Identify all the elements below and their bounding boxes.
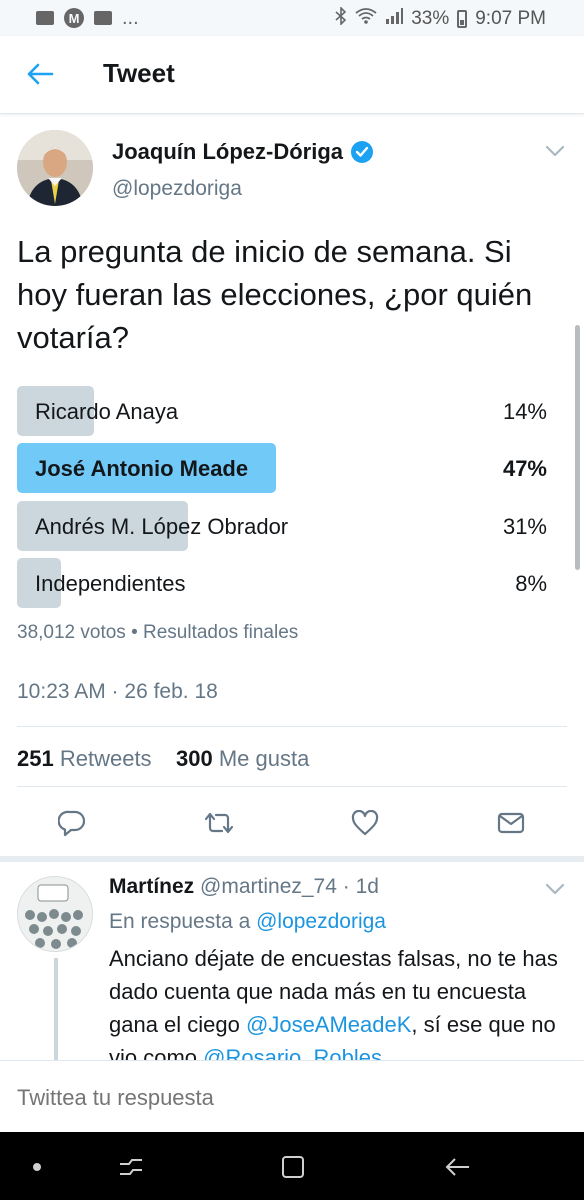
reply-menu-button[interactable] [544, 882, 566, 896]
heart-icon [351, 810, 379, 836]
poll-option: Andrés M. López Obrador 31% [17, 501, 547, 551]
home-square-icon [282, 1156, 304, 1178]
recents-button[interactable] [116, 1152, 146, 1182]
bluetooth-icon [335, 6, 347, 31]
tweet-text: La pregunta de inicio de semana. Si hoy … [17, 234, 533, 355]
poll-option: Ricardo Anaya 14% [17, 386, 547, 436]
mail-icon [36, 11, 54, 25]
retweets-count: 251 [17, 746, 54, 771]
reply-icon [58, 810, 86, 837]
share-dm-button[interactable] [494, 806, 528, 840]
battery-icon [457, 10, 468, 28]
divider [17, 786, 567, 787]
poll-meta: 38,012 votos • Resultados finales [17, 622, 299, 643]
likes-stat[interactable]: 300 Me gusta [176, 746, 309, 771]
status-bar: M ... 33% 9:07 PM [0, 0, 584, 36]
retweet-button[interactable] [202, 806, 236, 840]
like-button[interactable] [348, 806, 382, 840]
tweet-menu-button[interactable] [544, 144, 566, 158]
tweet-stats: 251 Retweets 300 Me gusta [17, 746, 309, 772]
verified-badge-icon [351, 141, 373, 163]
divider [17, 726, 567, 727]
mention-link[interactable]: @JoseAMeadeK [246, 1012, 411, 1037]
reply-to-prefix: En respuesta a [109, 910, 257, 933]
retweet-icon [204, 812, 234, 834]
author-name[interactable]: Joaquín López-Dóriga [112, 139, 373, 165]
tweet-timestamp: 10:23 AM · 26 feb. 18 [17, 680, 218, 703]
author-handle[interactable]: @lopezdoriga [112, 177, 242, 201]
chevron-down-icon [545, 883, 565, 895]
poll-option-percent: 31% [502, 514, 547, 539]
more-notifications: ... [122, 7, 139, 29]
poll-option-percent: 14% [502, 399, 547, 424]
reply-avatar[interactable] [17, 876, 93, 952]
poll-option: José Antonio Meade 47% [17, 443, 547, 493]
recents-icon [120, 1159, 142, 1175]
back-arrow-icon [445, 1158, 469, 1176]
reply-button[interactable] [55, 806, 89, 840]
thread-line [54, 958, 58, 1068]
assistant-dot-button[interactable] [22, 1152, 52, 1182]
system-nav-bar [0, 1132, 584, 1200]
signal-icon [385, 8, 404, 30]
wifi-icon [355, 8, 377, 30]
chat-icon [94, 11, 112, 25]
reply-input[interactable] [17, 1085, 557, 1111]
back-button[interactable] [18, 56, 62, 92]
reply-header[interactable]: Martínez @martinez_74 · 1d [109, 875, 379, 899]
retweets-label: Retweets [59, 746, 152, 771]
reply-handle-time: @martinez_74 · 1d [200, 875, 379, 898]
retweets-stat[interactable]: 251 Retweets [17, 746, 152, 771]
clock: 9:07 PM [475, 8, 546, 29]
poll-option-label: Independientes [35, 571, 186, 596]
m-app-icon: M [64, 8, 84, 28]
author-name-text: Joaquín López-Dóriga [112, 139, 343, 164]
poll-option-label: José Antonio Meade [35, 456, 249, 481]
app-bar: Tweet [0, 36, 584, 114]
reply-author-name: Martínez [109, 875, 195, 898]
poll-option-percent: 47% [502, 456, 547, 481]
tweet-actions [0, 806, 584, 842]
poll-option-label: Andrés M. López Obrador [35, 514, 289, 539]
author-avatar[interactable] [17, 130, 93, 206]
envelope-icon [497, 812, 525, 834]
scrollbar-thumb[interactable] [575, 325, 580, 570]
reply-text: Anciano déjate de encuestas falsas, no t… [109, 942, 569, 1074]
back-arrow-icon [27, 63, 54, 85]
reply-to: En respuesta a @lopezdoriga [109, 910, 386, 934]
poll-option-percent: 8% [515, 571, 547, 596]
system-back-button[interactable] [442, 1152, 472, 1182]
page-title: Tweet [103, 58, 175, 88]
dot-icon [33, 1163, 41, 1171]
section-divider [0, 856, 584, 862]
reply-composer [0, 1060, 584, 1132]
likes-label: Me gusta [218, 746, 310, 771]
battery-percent: 33% [411, 8, 450, 29]
poll-option-label: Ricardo Anaya [35, 399, 179, 424]
likes-count: 300 [176, 746, 213, 771]
home-button[interactable] [278, 1152, 308, 1182]
reply-to-handle-link[interactable]: @lopezdoriga [256, 910, 386, 933]
chevron-down-icon [545, 145, 565, 157]
poll-option: Independientes 8% [17, 558, 547, 608]
